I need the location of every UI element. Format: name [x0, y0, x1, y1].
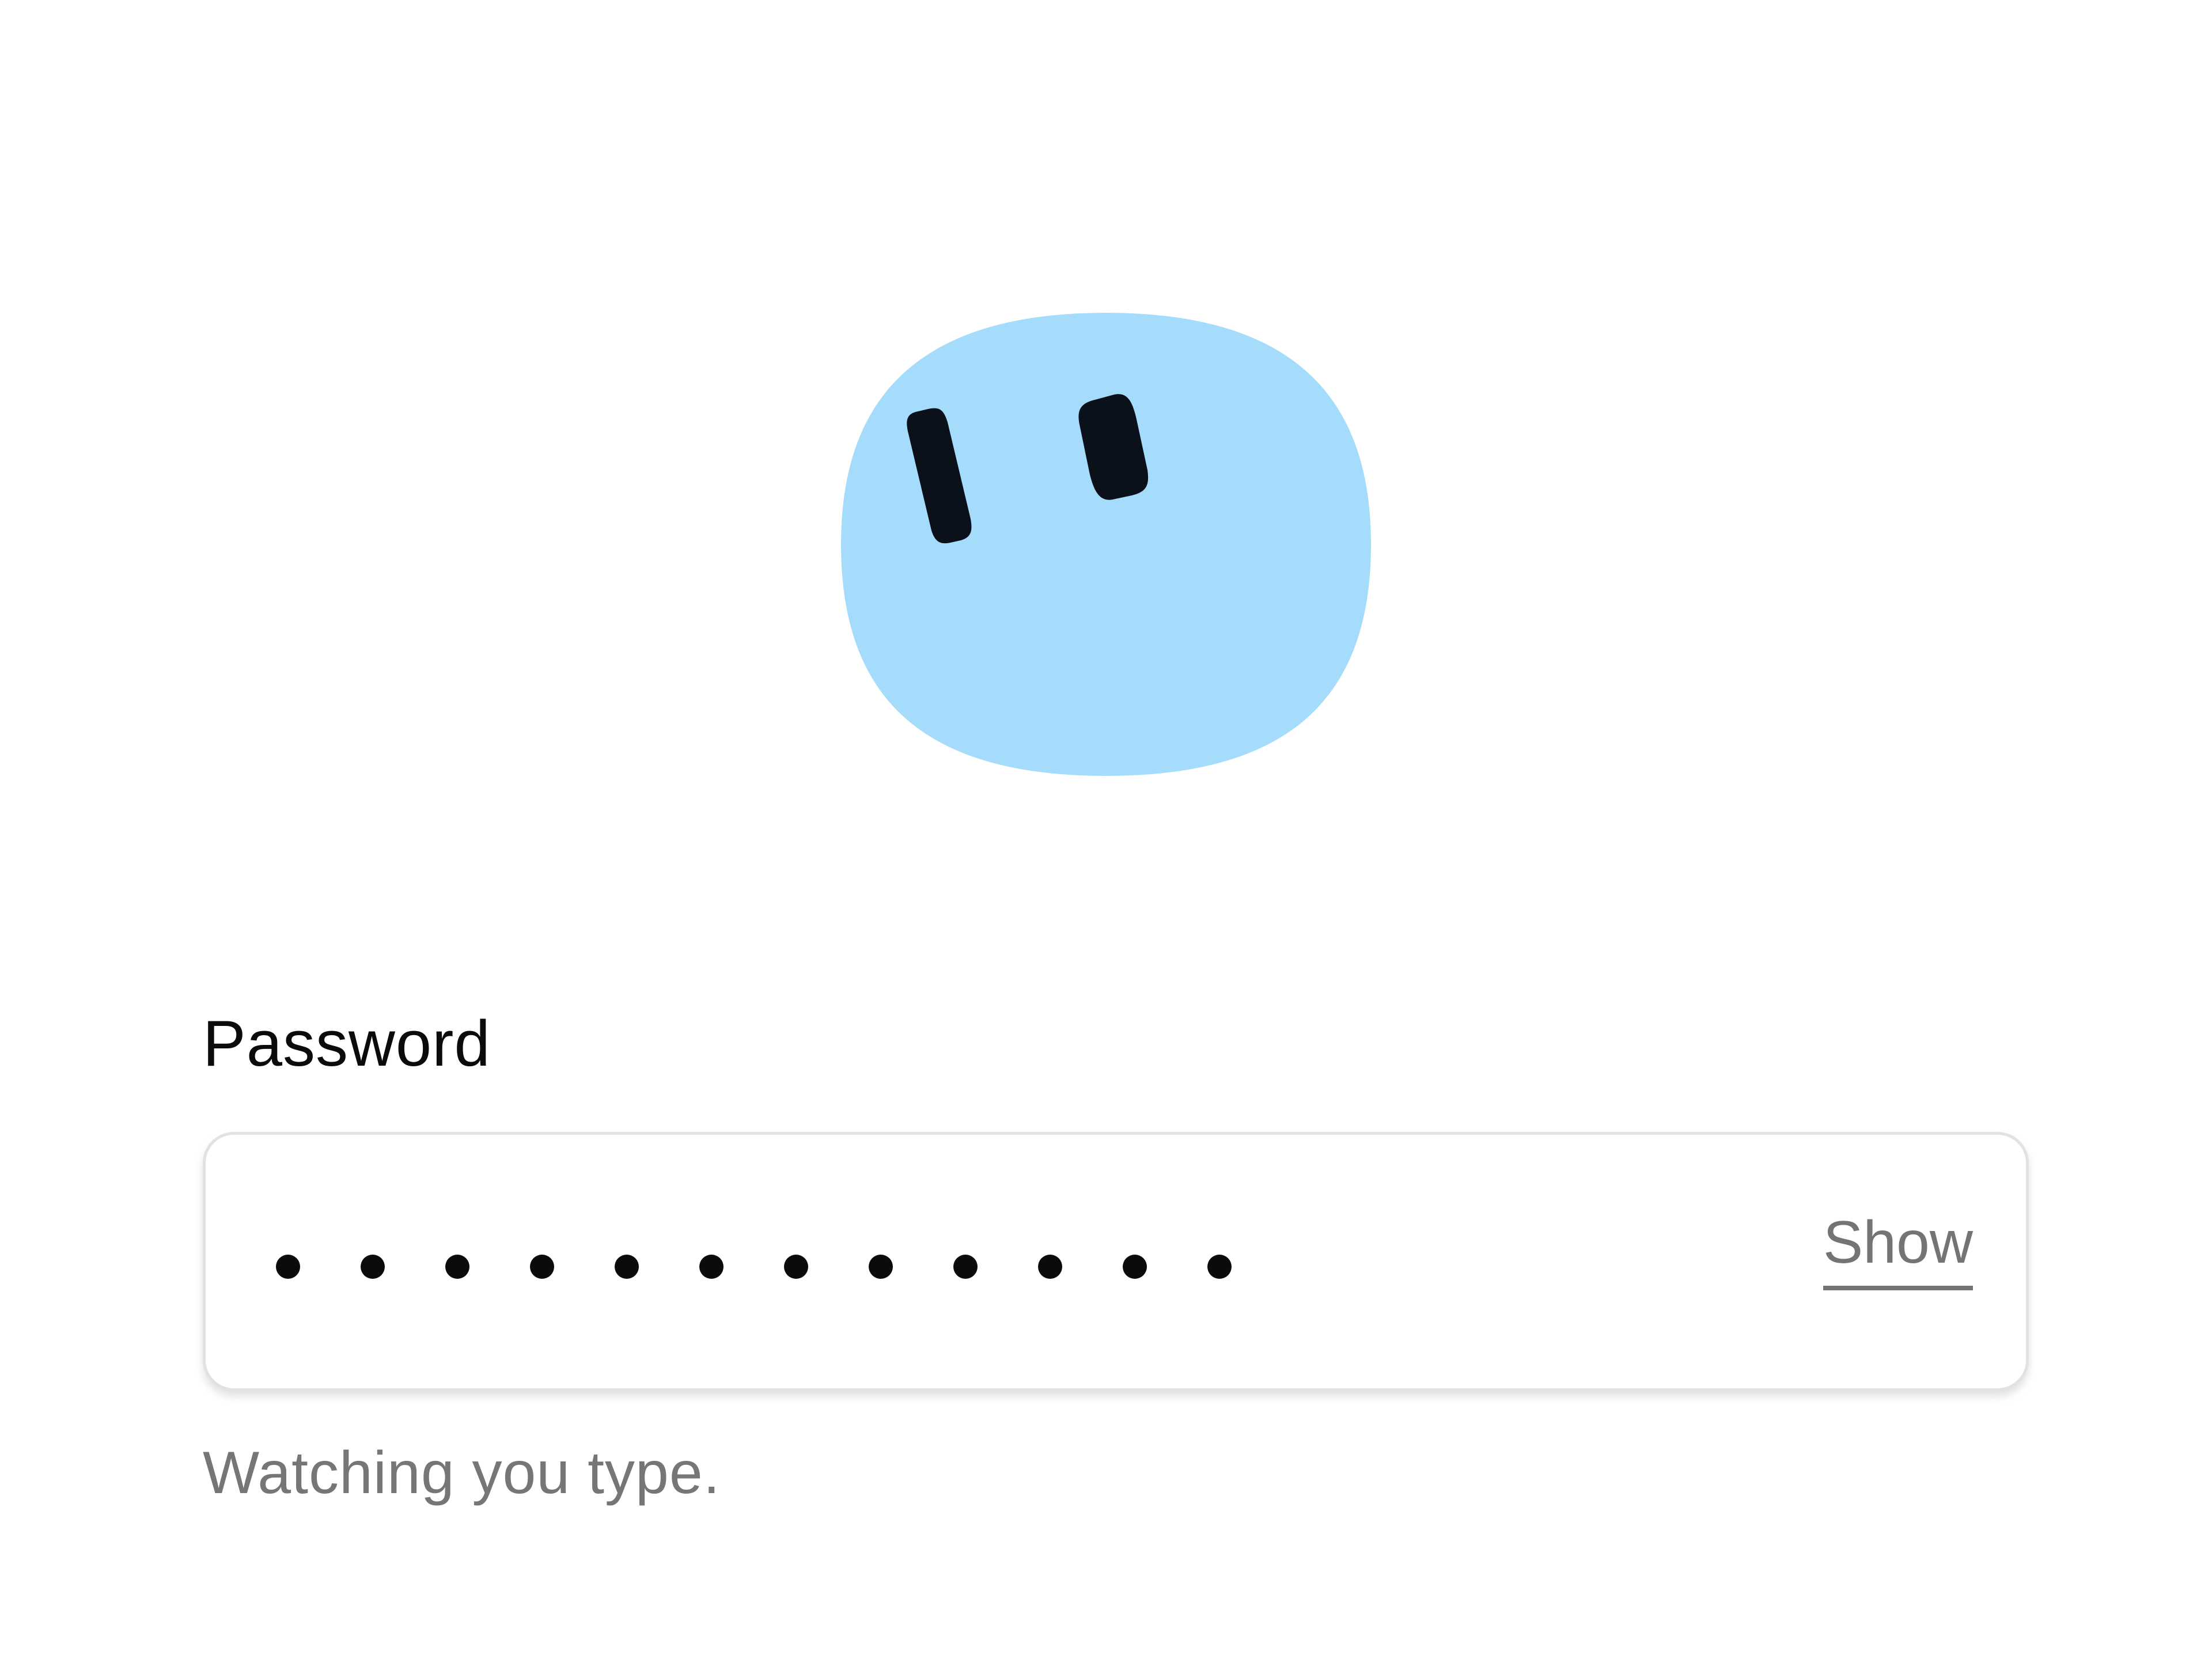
password-mask-dot — [530, 1255, 554, 1279]
password-label: Password — [203, 1007, 491, 1080]
password-mask-dot — [361, 1255, 385, 1279]
password-mask-dot — [445, 1255, 469, 1279]
mascot-illustration — [841, 308, 1371, 781]
password-mask-dot — [615, 1255, 639, 1279]
password-mask — [276, 1254, 1232, 1279]
password-mask-dot — [1207, 1255, 1232, 1279]
password-helper-text: Watching you type. — [203, 1440, 721, 1506]
password-mask-dot — [1123, 1255, 1147, 1279]
password-mask-dot — [1038, 1255, 1062, 1279]
password-mask-dot — [784, 1255, 808, 1279]
password-mask-dot — [869, 1255, 893, 1279]
password-mask-dot — [699, 1255, 724, 1279]
password-input[interactable]: Show — [203, 1132, 2029, 1391]
password-mask-dot — [276, 1255, 300, 1279]
mascot-body — [841, 313, 1371, 776]
show-password-button[interactable]: Show — [1823, 1205, 1973, 1290]
password-mask-dot — [953, 1255, 978, 1279]
